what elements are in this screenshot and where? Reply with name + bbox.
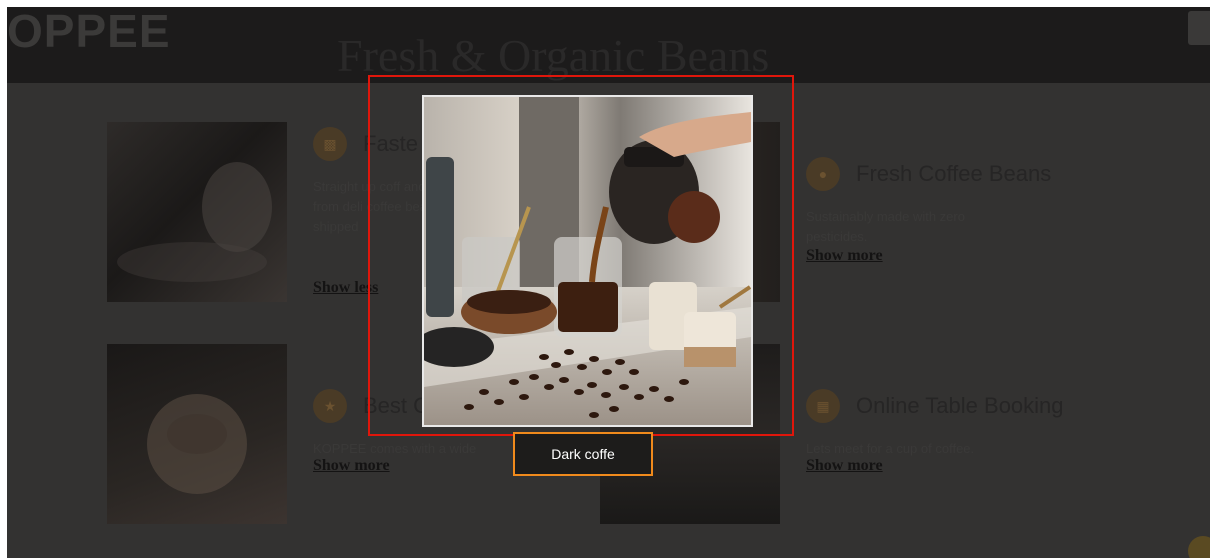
show-more-link[interactable]: Show more (806, 457, 883, 475)
feature-description: Lets meet for a cup of coffee. (806, 441, 975, 456)
award-icon: ★ (313, 389, 347, 423)
calendar-icon: ▦ (806, 389, 840, 423)
feature-fresh-beans: ● Fresh Coffee Beans Sustainably made wi… (806, 157, 1106, 277)
scroll-to-top-button[interactable] (1188, 536, 1210, 558)
show-more-link[interactable]: Show more (313, 457, 390, 475)
coffee-pour-photo (424, 97, 751, 425)
feature-title: Online Table Booking (856, 393, 1064, 418)
feature-title: Fresh Coffee Beans (856, 161, 1052, 186)
feature-image-1 (107, 122, 287, 302)
menu-toggle-button[interactable] (1188, 11, 1210, 45)
lightbox-image[interactable] (422, 95, 753, 427)
feature-description: KOPPEE comes with a wide (313, 441, 477, 456)
feature-description: Sustainably made with zero pesticides. (806, 209, 965, 244)
site-logo[interactable]: OPPEE (7, 7, 171, 55)
lightbox-caption: Dark coffe (513, 432, 653, 476)
navbar: OPPEE Fresh & Organic Beans (7, 7, 1210, 83)
coffee-bean-icon: ● (806, 157, 840, 191)
delivery-icon: ▩ (313, 127, 347, 161)
feature-image-3 (107, 344, 287, 524)
show-more-link[interactable]: Show more (806, 247, 883, 265)
feature-table-booking: ▦ Online Table Booking Lets meet for a c… (806, 389, 1106, 489)
